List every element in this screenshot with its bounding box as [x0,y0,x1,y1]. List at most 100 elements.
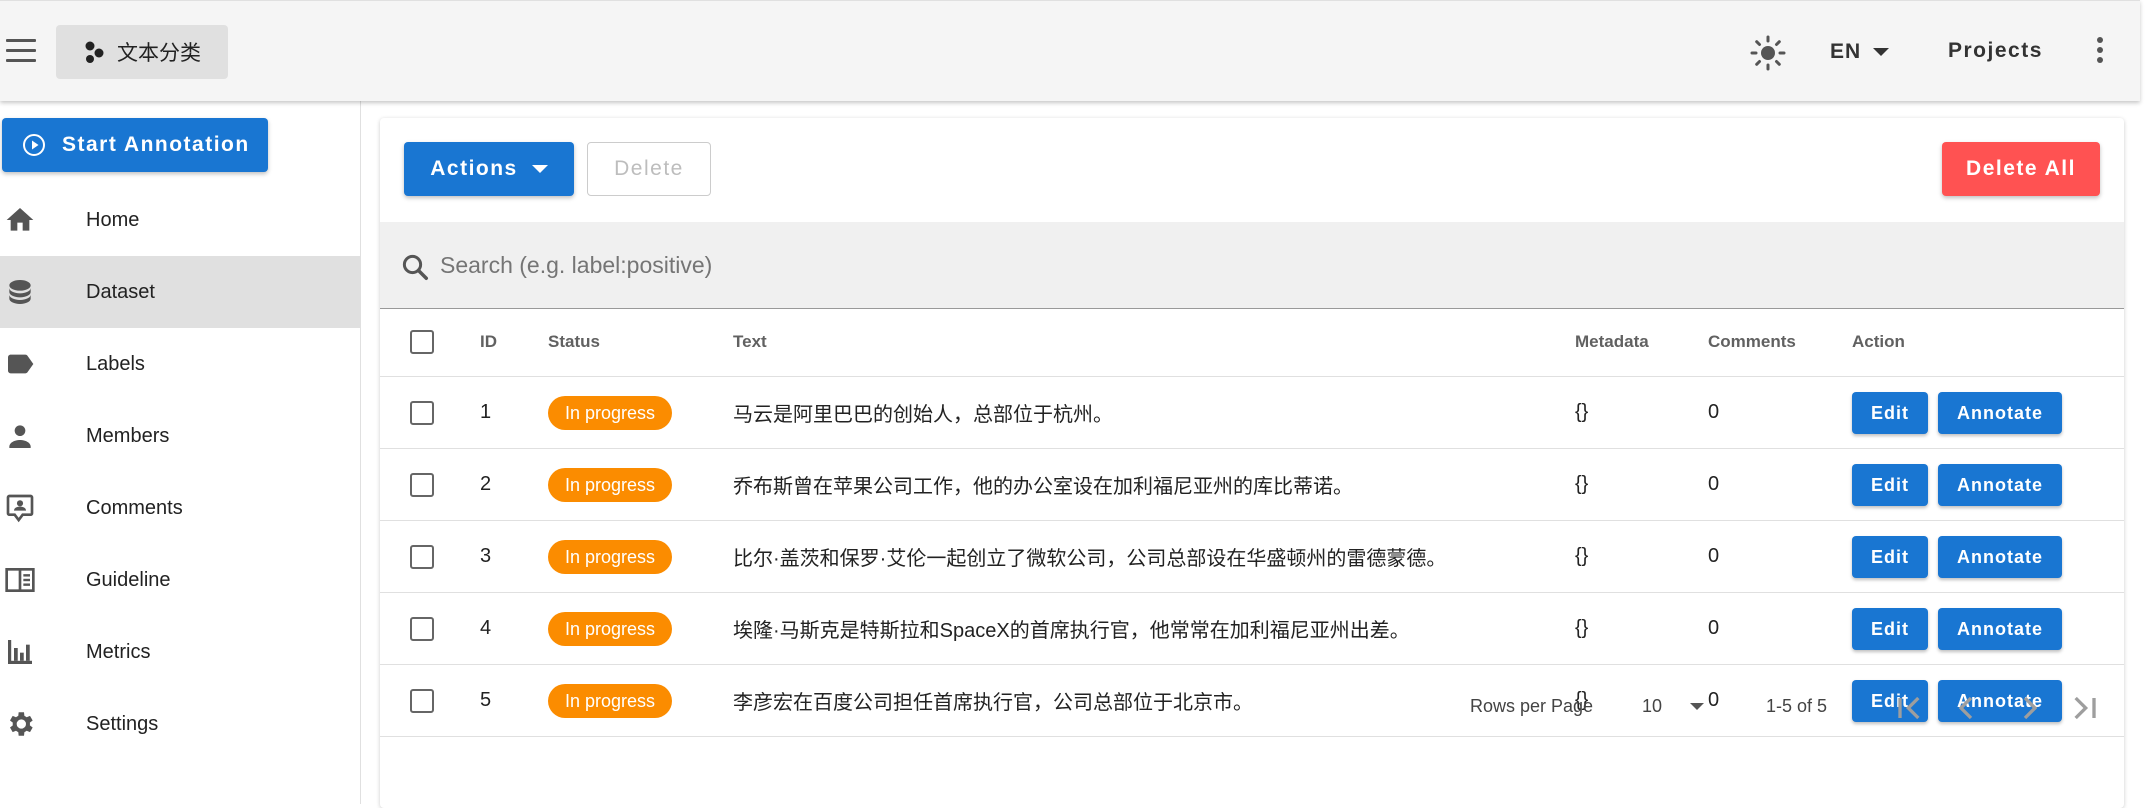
play-circle-icon [23,134,45,156]
status-badge: In progress [548,467,673,502]
cell-comments: 0 [1708,448,1852,521]
project-name: 文本分类 [117,42,201,65]
label-icon [8,354,34,374]
chevron-left-icon[interactable] [1946,688,1986,728]
cell-metadata: {} [1575,448,1708,521]
sidebar-item-label: Guideline [86,568,171,591]
search-icon [402,254,428,280]
annotate-button[interactable]: Annotate [1938,463,2062,506]
edit-button[interactable]: Edit [1852,535,1928,578]
chevron-down-icon [1690,703,1705,710]
cell-comments: 0 [1708,376,1852,449]
book-open-icon [5,568,35,592]
rows-per-page-label: Rows per Page [1470,696,1594,716]
table-row: 4 In progress 埃隆·马斯克是特斯拉和SpaceX的首席执行官，他常… [380,592,2124,665]
brightness-icon[interactable] [1750,35,1786,71]
sidebar-item-label: Settings [86,712,159,735]
start-annotation-button[interactable]: Start Annotation [2,118,268,172]
status-badge: In progress [548,611,673,646]
cell-comments: 0 [1708,520,1852,593]
sidebar-item-guideline[interactable]: Guideline [0,544,360,616]
status-badge: In progress [548,395,673,430]
cell-metadata: {} [1575,520,1708,593]
column-header-action: Action [1852,308,2124,377]
table-row: 1 In progress 马云是阿里巴巴的创始人，总部位于杭州。 {} 0 E… [380,376,2124,449]
column-header-comments[interactable]: Comments [1708,308,1852,377]
cell-metadata: {} [1575,592,1708,665]
cell-metadata: {} [1575,376,1708,449]
sidebar: Start Annotation Home Dataset Labels Mem… [0,100,361,804]
cell-text: 乔布斯曾在苹果公司工作，他的办公室设在加利福尼亚州的库比蒂诺。 [733,448,1575,521]
bar-chart-icon [8,640,32,664]
edit-button[interactable]: Edit [1852,391,1928,434]
sidebar-item-label: Dataset [86,280,155,303]
status-badge: In progress [548,539,673,574]
gear-icon [10,712,33,736]
cell-text: 马云是阿里巴巴的创始人，总部位于杭州。 [733,376,1575,449]
sidebar-item-comments[interactable]: Comments [0,472,360,544]
table-footer: Rows per Page 10 1-5 of 5 [380,674,2124,734]
column-header-id[interactable]: ID [480,308,548,377]
sidebar-item-members[interactable]: Members [0,400,360,472]
rows-per-page-select[interactable]: 10 [1642,696,1705,717]
row-checkbox[interactable] [410,616,434,641]
row-checkbox[interactable] [410,544,434,569]
actions-button[interactable]: Actions [404,142,574,196]
chevron-down-icon [1873,48,1890,56]
actions-label: Actions [430,157,518,180]
cell-comments: 0 [1708,592,1852,665]
app-bar: 文本分类 EN Projects [0,0,2140,101]
cell-text: 埃隆·马斯克是特斯拉和SpaceX的首席执行官，他常常在加利福尼亚州出差。 [733,592,1575,665]
sidebar-item-settings[interactable]: Settings [0,688,360,760]
home-icon [6,208,34,231]
rows-per-page-value: 10 [1642,696,1663,716]
menu-icon[interactable] [6,39,36,63]
search-bar [380,222,2124,309]
chevron-down-icon [531,165,548,173]
dataset-card: Actions Delete Delete All ID Status Text… [380,118,2124,808]
database-icon [9,280,31,304]
person-icon [9,425,31,448]
sidebar-item-label: Comments [86,496,183,519]
select-all-checkbox[interactable] [410,330,434,354]
annotate-button[interactable]: Annotate [1938,535,2062,578]
sidebar-item-label: Labels [86,352,145,375]
sidebar-item-metrics[interactable]: Metrics [0,616,360,688]
column-header-status[interactable]: Status [548,308,733,377]
comment-account-icon [6,494,34,523]
more-vert-icon[interactable] [2090,37,2110,67]
delete-button[interactable]: Delete [587,142,711,196]
chevron-right-icon[interactable] [2010,688,2050,728]
search-input[interactable] [438,244,2042,286]
projects-button[interactable]: Projects [1948,39,2043,63]
sidebar-item-label: Home [86,208,140,231]
sidebar-item-label: Members [86,424,170,447]
pagination-range: 1-5 of 5 [1766,696,1828,716]
sidebar-item-labels[interactable]: Labels [0,328,360,400]
last-page-icon[interactable] [2064,688,2104,728]
start-annotation-label: Start Annotation [62,133,250,156]
first-page-icon[interactable] [1890,688,1930,728]
sidebar-item-home[interactable]: Home [0,184,360,256]
sidebar-item-dataset[interactable]: Dataset [0,256,360,328]
annotate-button[interactable]: Annotate [1938,391,2062,434]
cell-id: 3 [480,520,548,593]
table-row: 3 In progress 比尔·盖茨和保罗·艾伦一起创立了微软公司，公司总部设… [380,520,2124,593]
project-name-button[interactable]: 文本分类 [56,25,228,79]
column-header-text[interactable]: Text [733,308,1575,377]
language-dropdown[interactable]: EN [1830,33,1890,71]
row-checkbox[interactable] [410,472,434,497]
sidebar-item-label: Metrics [86,640,151,663]
edit-button[interactable]: Edit [1852,463,1928,506]
annotate-button[interactable]: Annotate [1938,607,2062,650]
edit-button[interactable]: Edit [1852,607,1928,650]
column-header-metadata[interactable]: Metadata [1575,308,1708,377]
cell-id: 1 [480,376,548,449]
molecule-icon [85,41,104,63]
cell-id: 2 [480,448,548,521]
cell-id: 4 [480,592,548,665]
cell-text: 比尔·盖茨和保罗·艾伦一起创立了微软公司，公司总部设在华盛顿州的雷德蒙德。 [733,520,1575,593]
row-checkbox[interactable] [410,400,434,425]
delete-all-button[interactable]: Delete All [1942,142,2100,196]
table-row: 2 In progress 乔布斯曾在苹果公司工作，他的办公室设在加利福尼亚州的… [380,448,2124,521]
